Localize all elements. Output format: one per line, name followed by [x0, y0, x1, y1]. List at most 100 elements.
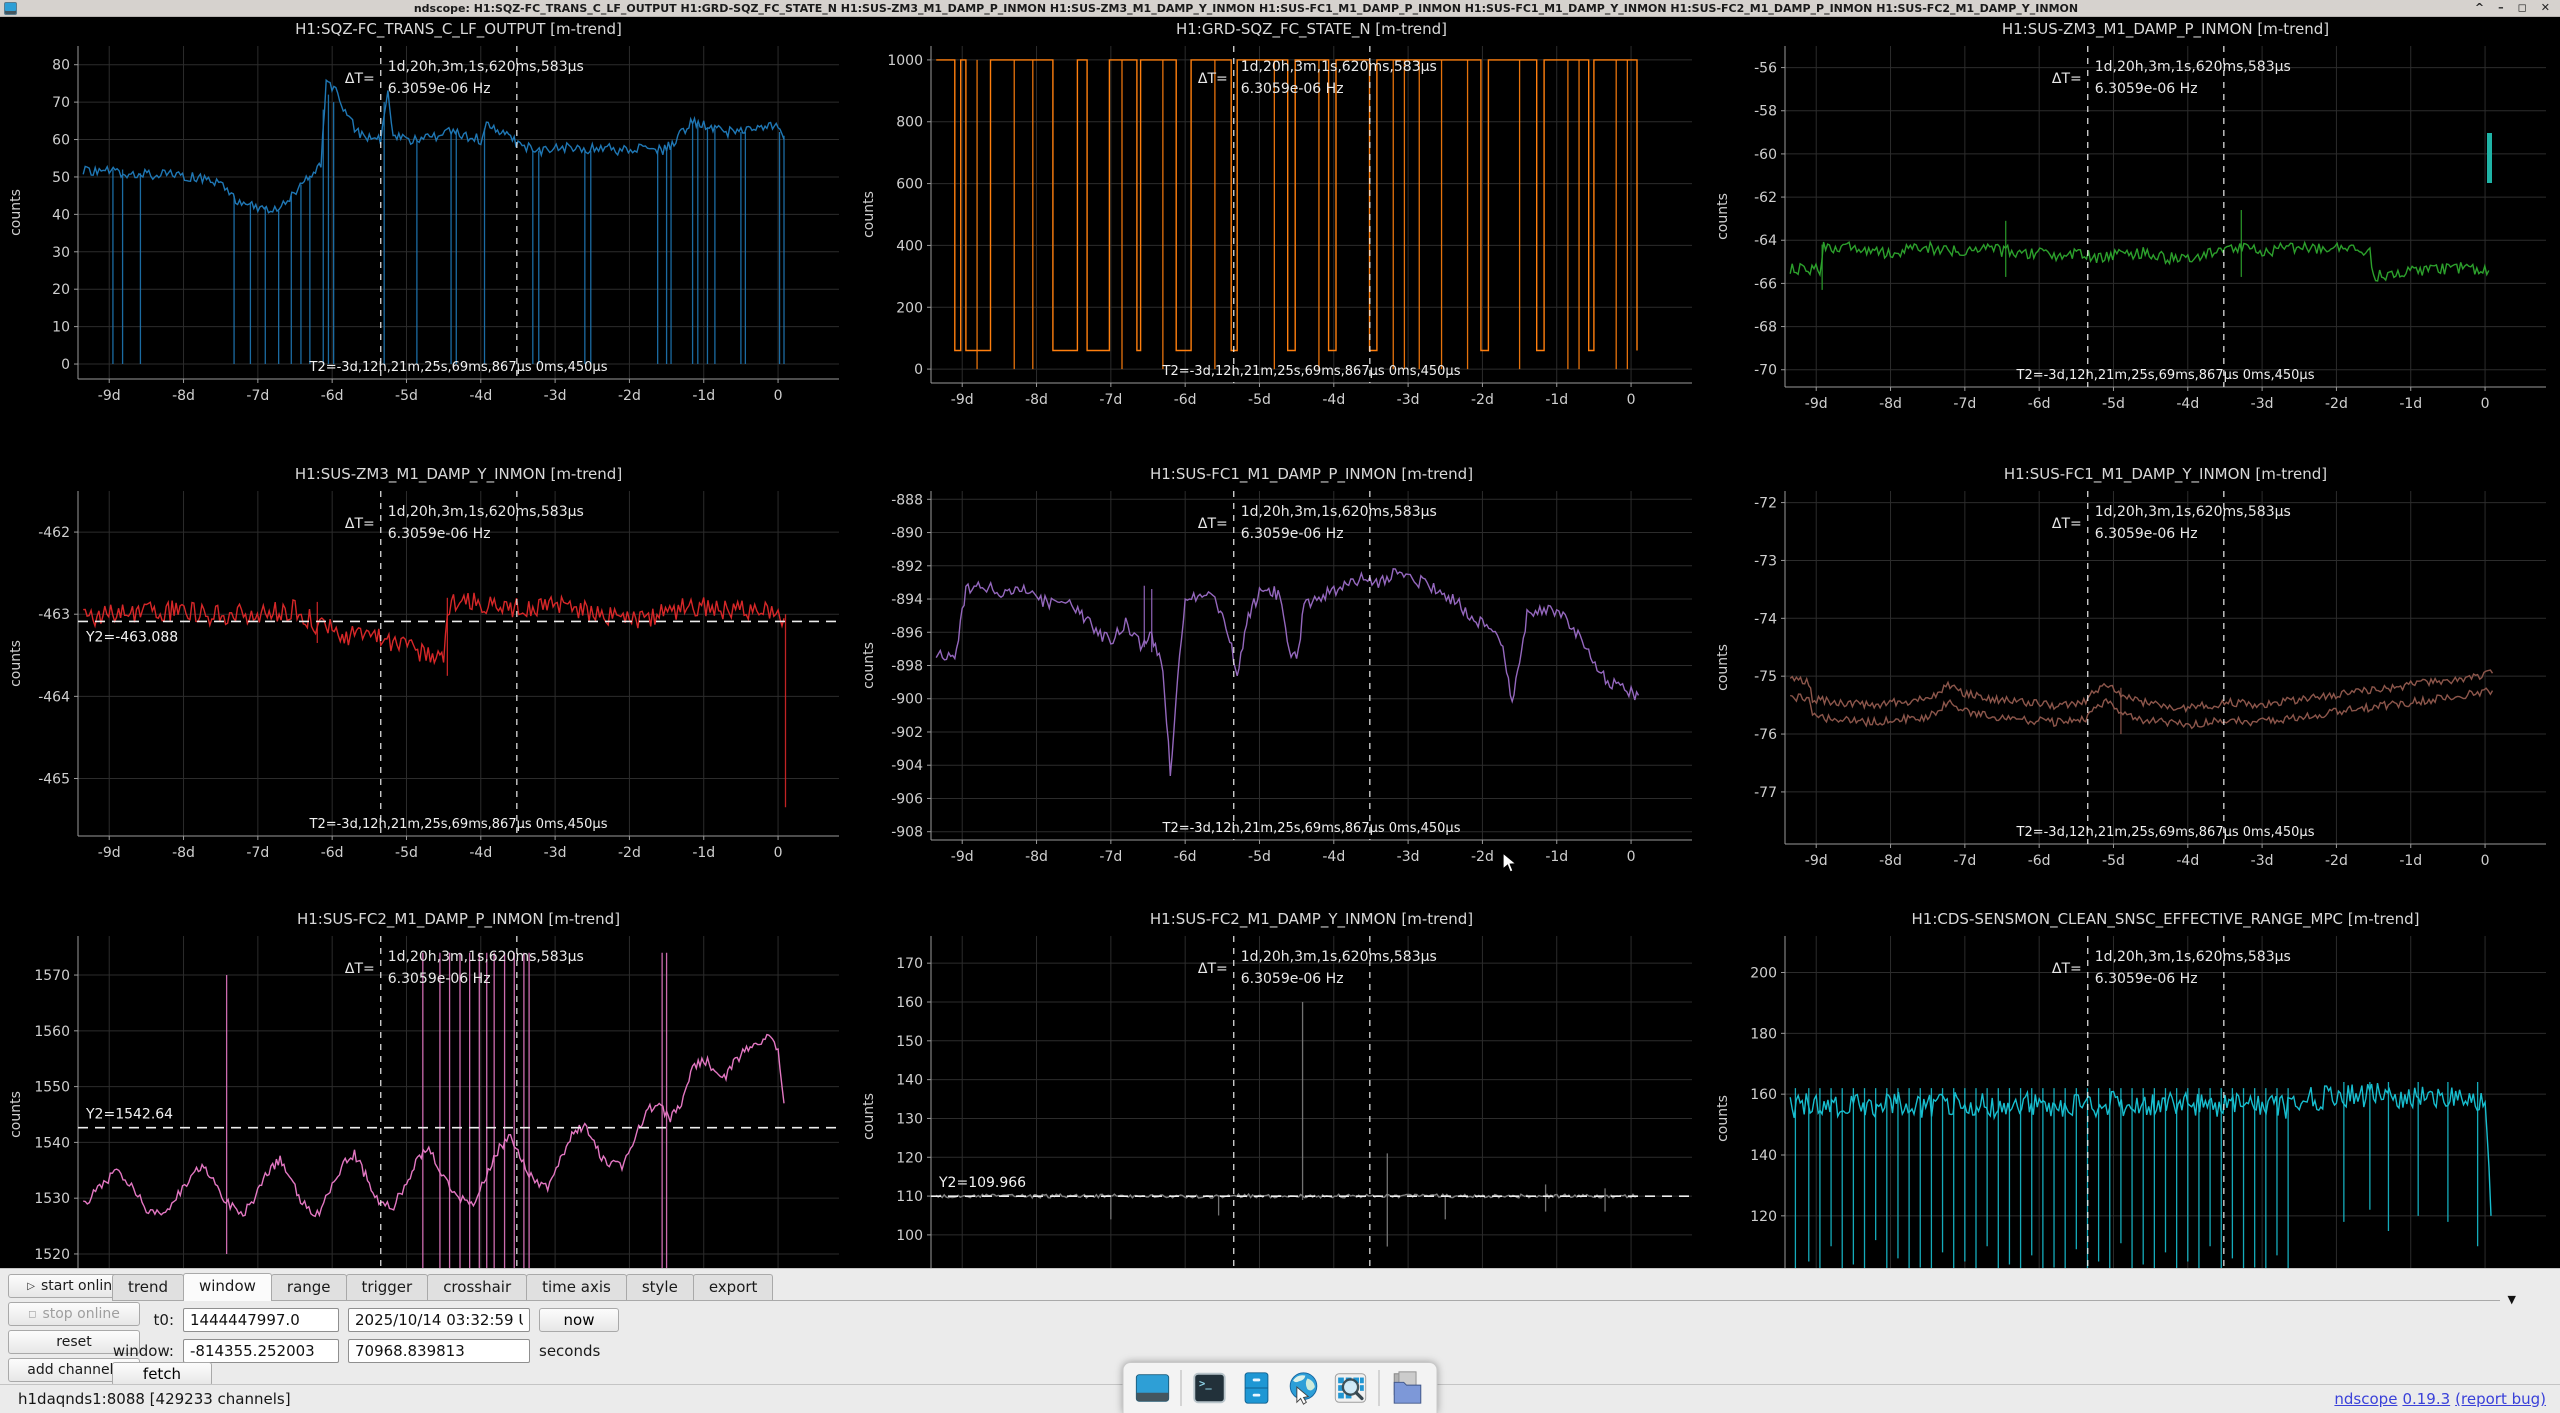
svg-text:0: 0 [774, 388, 783, 404]
data-trace [83, 80, 784, 213]
svg-text:-5d: -5d [1248, 392, 1271, 408]
server-status: h1daqnds1:8088 [429233 channels] [18, 1390, 291, 1408]
svg-text:counts: counts [861, 191, 877, 238]
plot-canvas-sqz-fc-trans: -9d-8d-7d-6d-5d-4d-3d-2d-1d0010203040506… [0, 16, 853, 425]
svg-text:-906: -906 [892, 791, 924, 807]
svg-text:160: 160 [1750, 1087, 1777, 1103]
svg-text:0: 0 [61, 357, 70, 373]
desktop-icon[interactable] [1134, 1369, 1172, 1407]
svg-text:180: 180 [1750, 1026, 1777, 1042]
svg-text:-3d: -3d [544, 845, 567, 861]
tab-trend[interactable]: trend [112, 1274, 184, 1300]
fetch-button[interactable]: fetch [112, 1362, 212, 1386]
close-button[interactable]: ✕ [2541, 0, 2550, 16]
tab-style[interactable]: style [626, 1274, 694, 1300]
svg-text:H1:GRD-SQZ_FC_STATE_N [m-trend: H1:GRD-SQZ_FC_STATE_N [m-trend] [1176, 20, 1447, 39]
svg-text:1d,20h,3m,1s,620ms,583µs: 1d,20h,3m,1s,620ms,583µs [388, 504, 584, 520]
svg-text:ΔT=: ΔT= [2052, 71, 2082, 87]
taskbar-dock: >_ [1123, 1362, 1438, 1413]
plot-canvas-fc1-damp-y: -9d-8d-7d-6d-5d-4d-3d-2d-1d0-72-73-74-75… [1707, 461, 2560, 890]
plot-sqz-fc-trans[interactable]: -9d-8d-7d-6d-5d-4d-3d-2d-1d0010203040506… [0, 16, 853, 461]
screenshot-tool-icon[interactable] [1332, 1369, 1370, 1407]
svg-text:-58: -58 [1754, 104, 1777, 120]
svg-text:-56: -56 [1754, 61, 1777, 77]
svg-text:-6d: -6d [2027, 396, 2050, 412]
plot-zm3-damp-p[interactable]: -9d-8d-7d-6d-5d-4d-3d-2d-1d0-56-58-60-62… [1707, 16, 2560, 461]
plot-zm3-damp-y[interactable]: -9d-8d-7d-6d-5d-4d-3d-2d-1d0-462-463-464… [0, 461, 853, 906]
now-button[interactable]: now [539, 1308, 619, 1332]
svg-text:-1d: -1d [1546, 849, 1569, 865]
web-browser-icon[interactable] [1285, 1369, 1323, 1407]
plot-grid: -9d-8d-7d-6d-5d-4d-3d-2d-1d0010203040506… [0, 16, 2560, 1351]
minimize-button[interactable]: – [2498, 0, 2504, 16]
t0-gps-input[interactable] [183, 1308, 339, 1332]
plot-fc1-damp-y[interactable]: -9d-8d-7d-6d-5d-4d-3d-2d-1d0-72-73-74-75… [1707, 461, 2560, 906]
scroll-down-arrow[interactable]: ▼ [2508, 1293, 2516, 1306]
svg-text:-76: -76 [1754, 727, 1777, 743]
plot-canvas-grd-sqz-fc-state: -9d-8d-7d-6d-5d-4d-3d-2d-1d0020040060080… [853, 16, 1706, 429]
tab-export[interactable]: export [693, 1274, 774, 1300]
svg-text:6.3059e-06 Hz: 6.3059e-06 Hz [1241, 971, 1344, 987]
svg-text:-892: -892 [892, 559, 924, 575]
svg-text:-900: -900 [892, 692, 924, 708]
svg-text:-5d: -5d [1248, 849, 1271, 865]
tab-crosshair[interactable]: crosshair [427, 1274, 527, 1300]
svg-text:-4d: -4d [469, 845, 492, 861]
svg-text:170: 170 [897, 956, 924, 972]
svg-text:-73: -73 [1754, 553, 1777, 569]
svg-text:counts: counts [861, 1093, 877, 1140]
tab-trigger[interactable]: trigger [346, 1274, 429, 1300]
svg-text:-60: -60 [1754, 147, 1777, 163]
svg-text:0: 0 [2480, 853, 2489, 869]
tab-time-axis[interactable]: time axis [526, 1274, 627, 1300]
svg-text:0: 0 [914, 362, 923, 378]
svg-text:50: 50 [52, 170, 70, 186]
terminal-icon[interactable]: >_ [1191, 1369, 1229, 1407]
svg-text:-7d: -7d [246, 845, 269, 861]
tab-range[interactable]: range [271, 1274, 347, 1300]
svg-text:150: 150 [897, 1034, 924, 1050]
svg-text:-1d: -1d [692, 845, 715, 861]
svg-text:-1d: -1d [2399, 853, 2422, 869]
file-cabinet-icon[interactable] [1238, 1369, 1276, 1407]
window-end-input[interactable] [348, 1339, 530, 1363]
data-trace [83, 593, 784, 663]
plot-grd-sqz-fc-state[interactable]: -9d-8d-7d-6d-5d-4d-3d-2d-1d0020040060080… [853, 16, 1706, 461]
svg-text:-7d: -7d [1100, 392, 1123, 408]
svg-text:-62: -62 [1754, 190, 1777, 206]
svg-text:60: 60 [52, 133, 70, 149]
svg-text:-4d: -4d [2176, 853, 2199, 869]
t0-row: t0: now [112, 1308, 2500, 1332]
svg-text:T2=-3d,12h,21m,25s,69ms,867µs: T2=-3d,12h,21m,25s,69ms,867µs 0ms,450µs [309, 817, 608, 832]
svg-text:-2d: -2d [2325, 396, 2348, 412]
version-link[interactable]: 0.19.3 [2402, 1390, 2450, 1408]
plot-area: -9d-8d-7d-6d-5d-4d-3d-2d-1d0010203040506… [0, 16, 2560, 1268]
svg-text:counts: counts [1715, 193, 1731, 240]
report-bug-link[interactable]: (report bug) [2455, 1390, 2546, 1408]
tab-window[interactable]: window [183, 1273, 272, 1301]
svg-text:130: 130 [897, 1111, 924, 1127]
svg-text:counts: counts [8, 189, 24, 236]
svg-text:-7d: -7d [246, 388, 269, 404]
svg-text:-3d: -3d [544, 388, 567, 404]
svg-text:T2=-3d,12h,21m,25s,69ms,867µs: T2=-3d,12h,21m,25s,69ms,867µs 0ms,450µs [309, 360, 608, 375]
maximize-button[interactable]: ◻ [2518, 0, 2527, 16]
ndscope-link[interactable]: ndscope [2334, 1390, 2397, 1408]
t0-date-input[interactable] [348, 1308, 530, 1332]
svg-text:600: 600 [897, 177, 924, 193]
svg-text:-902: -902 [892, 725, 924, 741]
svg-text:ΔT=: ΔT= [2052, 961, 2082, 977]
svg-text:counts: counts [8, 640, 24, 687]
svg-text:H1:CDS-SENSMON_CLEAN_SNSC_EFFE: H1:CDS-SENSMON_CLEAN_SNSC_EFFECTIVE_RANG… [1911, 910, 2419, 929]
window-start-input[interactable] [183, 1339, 339, 1363]
svg-text:-75: -75 [1754, 669, 1777, 685]
file-manager-icon[interactable] [1389, 1369, 1427, 1407]
svg-text:6.3059e-06 Hz: 6.3059e-06 Hz [2094, 526, 2197, 542]
stop-icon: ◻ [28, 1309, 36, 1320]
svg-text:0: 0 [774, 845, 783, 861]
plot-fc1-damp-p[interactable]: -9d-8d-7d-6d-5d-4d-3d-2d-1d0-888-890-892… [853, 461, 1706, 906]
data-trace [1790, 688, 2492, 728]
svg-text:6.3059e-06 Hz: 6.3059e-06 Hz [388, 971, 491, 987]
svg-text:-9d: -9d [1804, 396, 1827, 412]
shade-button[interactable]: ^ [2475, 0, 2484, 16]
